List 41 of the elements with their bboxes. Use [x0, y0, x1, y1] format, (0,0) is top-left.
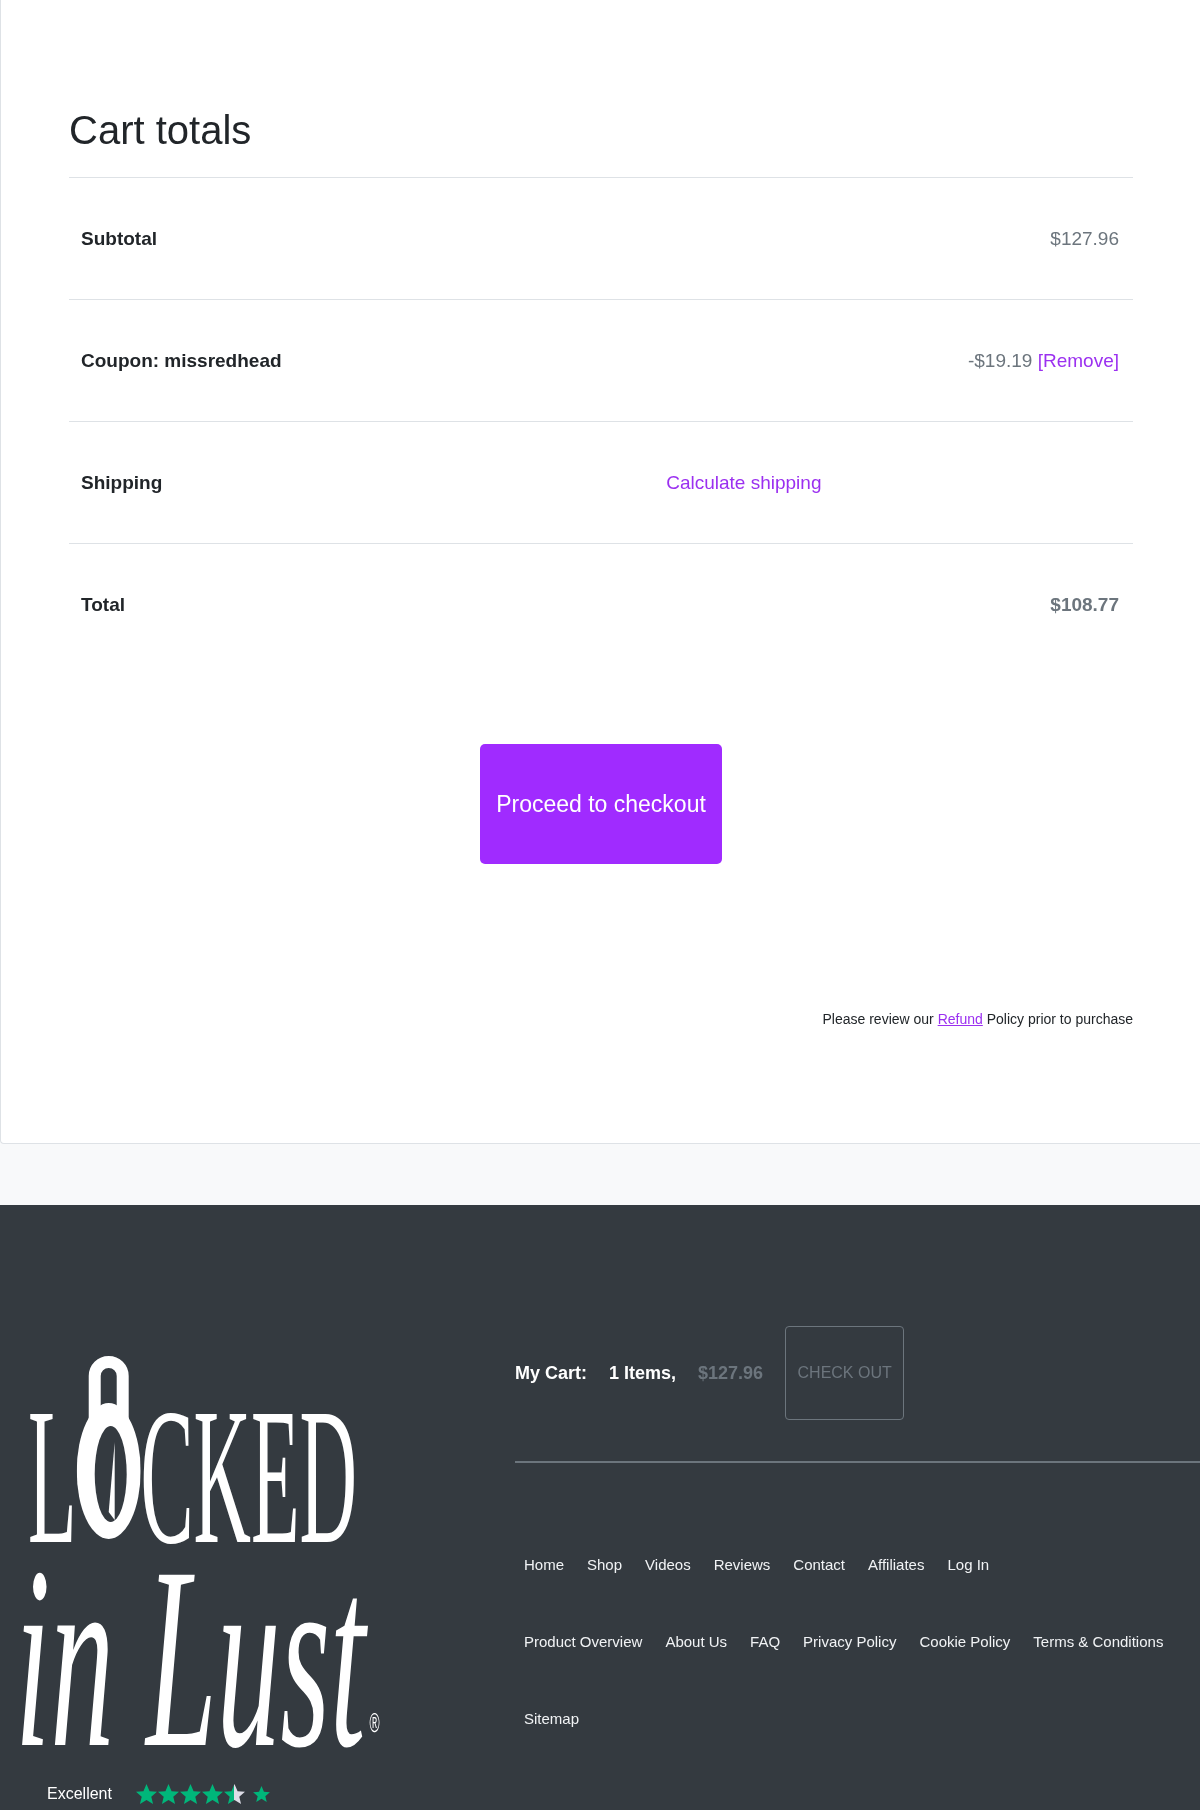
logo-wordmark: CKED	[140, 1392, 357, 1562]
cart-label: My Cart:	[515, 1362, 587, 1384]
star-icon	[223, 1784, 245, 1804]
footer-link[interactable]: Home	[524, 1546, 564, 1583]
row-label: Shipping	[81, 471, 163, 493]
footer-link[interactable]: Log In	[947, 1546, 990, 1583]
star-icon	[201, 1784, 223, 1804]
footer-link[interactable]: Contact	[793, 1546, 846, 1583]
footer-link[interactable]: Sitemap	[524, 1700, 580, 1737]
row-label: Coupon: missredhead	[81, 349, 282, 371]
cart-total: $127.96	[698, 1362, 764, 1384]
cart-item-count: 1 Items,	[609, 1362, 677, 1384]
checkout-button[interactable]: Proceed to checkout	[480, 744, 722, 864]
amount-value: $127.96	[1050, 227, 1119, 249]
star-icon	[157, 1784, 179, 1804]
star-icon	[135, 1784, 157, 1804]
footer-link[interactable]: Reviews	[713, 1546, 771, 1583]
section-heading: Cart totals	[69, 107, 252, 154]
registered-mark: ®	[369, 1708, 380, 1738]
footer-link[interactable]: FAQ	[750, 1623, 781, 1660]
logo-initial: L	[27, 1392, 77, 1562]
row-label: Subtotal	[81, 227, 157, 249]
footer-link[interactable]: Cookie Policy	[919, 1623, 1011, 1660]
refund-link[interactable]: Refund	[937, 1011, 983, 1027]
discount-value: -$19.19	[967, 349, 1033, 371]
footer-link[interactable]: Terms & Conditions	[1033, 1623, 1164, 1660]
brand-star-icon	[252, 1786, 270, 1802]
footer-link[interactable]: Product Overview	[524, 1623, 643, 1660]
refund-policy-note: Please review our Refund Policy prior to purchase	[822, 1010, 1133, 1029]
star-icon	[179, 1784, 201, 1804]
footer-link[interactable]: About Us	[665, 1623, 728, 1660]
footer-link[interactable]: Shop	[587, 1546, 623, 1583]
row-label: Total	[81, 593, 125, 615]
remove-link[interactable]: [Remove]	[1037, 349, 1119, 371]
calculate-shipping-link[interactable]: Calculate shipping	[666, 471, 822, 493]
rating-label: Excellent	[47, 1784, 112, 1804]
total-value: $108.77	[1050, 593, 1119, 615]
footer-link[interactable]: Privacy Policy	[803, 1623, 897, 1660]
logo-script: in Lust	[15, 1562, 369, 1752]
footer-link[interactable]: Videos	[645, 1546, 691, 1583]
footer-link[interactable]: Affiliates	[868, 1546, 925, 1583]
